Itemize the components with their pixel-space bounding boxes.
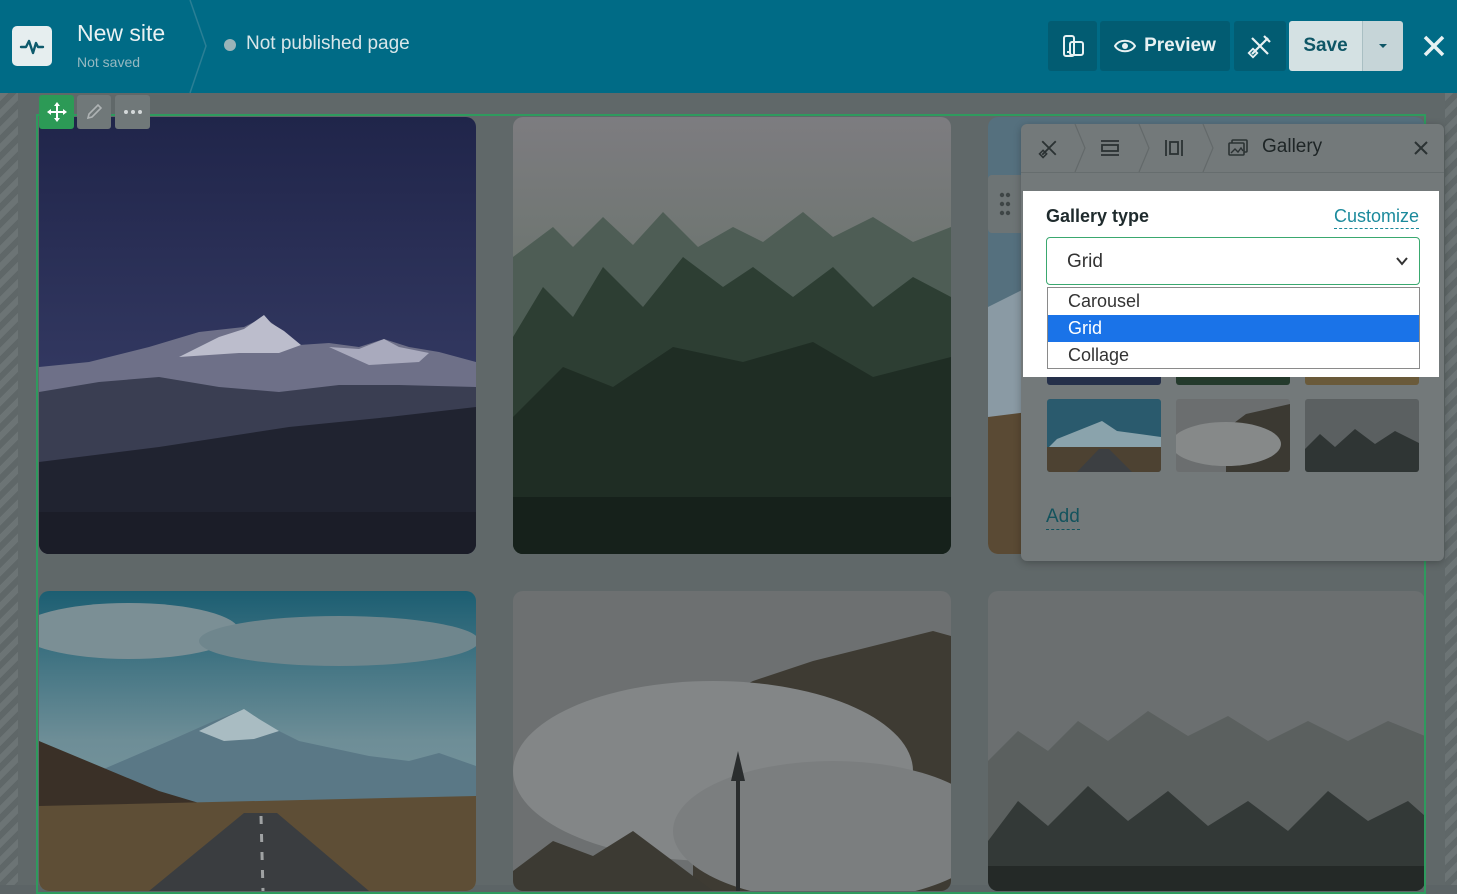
move-icon: [46, 102, 67, 122]
pulse-logo-icon[interactable]: [12, 26, 52, 66]
preview-button[interactable]: Preview: [1100, 21, 1230, 71]
save-options-button[interactable]: [1362, 21, 1403, 71]
save-button[interactable]: Save: [1289, 21, 1362, 71]
gallery-thumbnail[interactable]: [1176, 377, 1290, 385]
save-status: Not saved: [77, 54, 141, 70]
responsive-view-button[interactable]: [1048, 21, 1097, 71]
top-bar: New site Not saved Not published page Pr…: [0, 0, 1457, 93]
more-icon: [123, 110, 142, 114]
panel-drag-handle[interactable]: [988, 175, 1021, 233]
breadcrumb-columns[interactable]: [1157, 124, 1191, 172]
option-grid[interactable]: Grid: [1048, 315, 1419, 342]
preview-label: Preview: [1144, 35, 1216, 56]
option-collage[interactable]: Collage: [1048, 342, 1419, 369]
breadcrumb-separator: [189, 0, 207, 93]
move-block-button[interactable]: [39, 95, 74, 129]
page-status: Not published page: [246, 33, 410, 54]
responsive-icon: [1062, 35, 1084, 57]
chevron-down-icon: [1396, 257, 1408, 266]
panel-title: Gallery: [1262, 136, 1323, 157]
edit-block-button[interactable]: [77, 95, 111, 129]
breadcrumb-section[interactable]: [1093, 124, 1127, 172]
more-block-button[interactable]: [115, 95, 150, 129]
gallery-type-dropdown: Carousel Grid Collage: [1047, 287, 1420, 369]
columns-icon: [1165, 140, 1183, 156]
breadcrumb-chevron: [1138, 124, 1150, 172]
canvas-margin-right: [1445, 93, 1457, 885]
eye-icon: [1114, 39, 1137, 53]
design-tools-icon: [1038, 140, 1057, 159]
breadcrumb-chevron: [1202, 124, 1214, 172]
drag-handle-icon: [999, 192, 1010, 216]
customize-link[interactable]: Customize: [1334, 206, 1420, 229]
gallery-type-value: Grid: [1067, 251, 1103, 272]
breadcrumb-chevron: [1074, 124, 1086, 172]
add-image-link[interactable]: Add: [1046, 506, 1080, 530]
option-carousel[interactable]: Carousel: [1048, 288, 1419, 315]
gallery-thumbnail[interactable]: [1176, 399, 1290, 472]
chevron-down-icon: [1379, 44, 1387, 48]
gallery-image-icon: [1228, 139, 1248, 156]
site-title[interactable]: New site: [77, 20, 165, 47]
close-icon: [1414, 141, 1428, 155]
breadcrumb-gallery[interactable]: [1221, 124, 1255, 172]
gallery-thumbnail[interactable]: [1305, 377, 1419, 385]
section-icon: [1101, 140, 1119, 156]
gallery-thumbnail[interactable]: [1047, 377, 1161, 385]
panel-breadcrumb: Gallery: [1021, 124, 1444, 173]
close-editor-button[interactable]: [1418, 30, 1450, 62]
gallery-type-label: Gallery type: [1046, 206, 1150, 226]
design-button[interactable]: [1234, 21, 1286, 71]
gallery-thumbnail[interactable]: [1047, 399, 1161, 472]
pencil-icon: [86, 103, 103, 120]
close-panel-button[interactable]: [1410, 137, 1432, 159]
status-dot-icon: [224, 39, 236, 51]
gallery-type-select[interactable]: Grid: [1046, 237, 1420, 285]
gallery-thumbnail[interactable]: [1305, 399, 1419, 472]
canvas-margin-left: [0, 93, 18, 885]
close-icon: [1423, 35, 1445, 57]
breadcrumb-design[interactable]: [1029, 124, 1069, 172]
design-tools-icon: [1247, 35, 1271, 59]
